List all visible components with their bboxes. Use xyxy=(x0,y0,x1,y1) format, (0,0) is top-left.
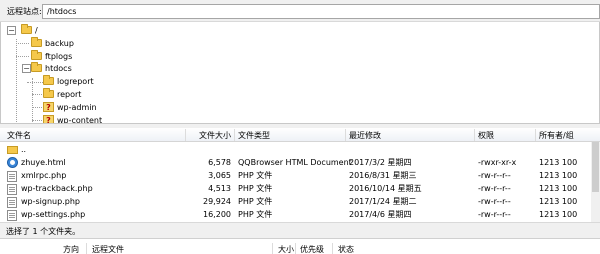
file-permissions: -rw-r--r-- xyxy=(478,210,511,219)
file-list-scrollbar[interactable] xyxy=(591,142,600,222)
column-header-modified[interactable]: 最近修改 xyxy=(349,130,381,141)
folder-icon xyxy=(43,75,54,85)
php-file-icon xyxy=(7,171,17,182)
folder-icon xyxy=(7,146,18,154)
folder-icon xyxy=(43,88,54,98)
file-list-header: 文件名 文件大小 文件类型 最近修改 权限 所有者/组 xyxy=(0,128,600,142)
folder-open-icon xyxy=(31,62,42,72)
file-permissions: -rw-r--r-- xyxy=(478,171,511,180)
file-permissions: -rwxr-xr-x xyxy=(478,158,517,167)
column-header-owner[interactable]: 所有者/组 xyxy=(539,130,574,141)
file-owner: 1213 100 xyxy=(539,171,578,180)
html-file-icon xyxy=(7,157,18,168)
queue-column-remote-file[interactable]: 远程文件 xyxy=(92,244,124,254)
transfer-queue-header: 方向 远程文件 大小 优先级 状态 xyxy=(0,238,600,254)
file-modified: 2017/4/6 星期四 xyxy=(349,210,412,219)
file-owner: 1213 100 xyxy=(539,210,578,219)
file-size: 3,065 xyxy=(208,171,231,180)
table-row[interactable]: wp-trackback.php 4,513 PHP 文件 2016/10/14… xyxy=(0,182,600,195)
file-type: PHP 文件 xyxy=(238,197,273,206)
scrollbar-thumb[interactable] xyxy=(592,142,599,192)
column-header-type[interactable]: 文件类型 xyxy=(238,130,270,141)
remote-site-label: 远程站点: xyxy=(7,7,42,16)
remote-directory-tree: − / backup ftplogs − htdocs logreport re… xyxy=(0,22,600,124)
file-name: wp-signup.php xyxy=(21,197,80,206)
file-owner: 1213 100 xyxy=(539,158,578,167)
php-file-icon xyxy=(7,210,17,221)
file-size: 16,200 xyxy=(203,210,231,219)
column-header-name[interactable]: 文件名 xyxy=(7,130,31,141)
file-modified: 2017/1/24 星期二 xyxy=(349,197,417,206)
remote-path-input[interactable]: /htdocs xyxy=(42,4,600,19)
file-size: 6,578 xyxy=(208,158,231,167)
status-text: 选择了 1 个文件夹。 xyxy=(6,227,81,236)
file-owner: 1213 100 xyxy=(539,197,578,206)
folder-icon xyxy=(31,37,42,47)
file-size: 4,513 xyxy=(208,184,231,193)
file-type: PHP 文件 xyxy=(238,184,273,193)
file-permissions: -rw-r--r-- xyxy=(478,184,511,193)
remote-file-list: 文件名 文件大小 文件类型 最近修改 权限 所有者/组 .. zhuye.htm… xyxy=(0,128,600,222)
file-name: wp-settings.php xyxy=(21,210,86,219)
status-bar: 选择了 1 个文件夹。 xyxy=(0,222,600,238)
list-item-parent-dir[interactable]: .. xyxy=(0,143,600,156)
file-type: PHP 文件 xyxy=(238,171,273,180)
file-name: xmlrpc.php xyxy=(21,171,67,180)
file-modified: 2016/8/31 星期三 xyxy=(349,171,417,180)
unknown-folder-icon: ? xyxy=(43,102,54,112)
table-row[interactable]: wp-settings.php 16,200 PHP 文件 2017/4/6 星… xyxy=(0,208,600,221)
queue-column-direction[interactable]: 方向 xyxy=(63,244,79,254)
file-permissions: -rw-r--r-- xyxy=(478,197,511,206)
htdocs-collapse-toggle[interactable]: − xyxy=(22,64,31,73)
file-modified: 2016/10/14 星期五 xyxy=(349,184,422,193)
file-type: PHP 文件 xyxy=(238,210,273,219)
file-name: zhuye.html xyxy=(21,158,66,167)
php-file-icon xyxy=(7,184,17,195)
queue-column-size[interactable]: 大小 xyxy=(278,244,294,254)
root-collapse-toggle[interactable]: − xyxy=(7,26,16,35)
php-file-icon xyxy=(7,197,17,208)
table-row[interactable]: wp-signup.php 29,924 PHP 文件 2017/1/24 星期… xyxy=(0,195,600,208)
remote-site-bar: 远程站点: /htdocs xyxy=(0,0,600,22)
unknown-folder-icon: ? xyxy=(43,115,54,123)
file-owner: 1213 100 xyxy=(539,184,578,193)
table-row[interactable]: zhuye.html 6,578 QQBrowser HTML Document… xyxy=(0,156,600,169)
table-row[interactable]: xmlrpc.php 3,065 PHP 文件 2016/8/31 星期三 -r… xyxy=(0,169,600,182)
folder-icon xyxy=(31,50,42,60)
column-header-permissions[interactable]: 权限 xyxy=(478,130,494,141)
file-type: QQBrowser HTML Document xyxy=(238,158,352,167)
folder-icon xyxy=(21,24,32,34)
queue-column-status[interactable]: 状态 xyxy=(338,244,354,254)
file-name: wp-trackback.php xyxy=(21,184,93,193)
column-header-size[interactable]: 文件大小 xyxy=(199,130,231,141)
queue-column-priority[interactable]: 优先级 xyxy=(300,244,324,254)
file-size: 29,924 xyxy=(203,197,231,206)
file-modified: 2017/3/2 星期四 xyxy=(349,158,412,167)
